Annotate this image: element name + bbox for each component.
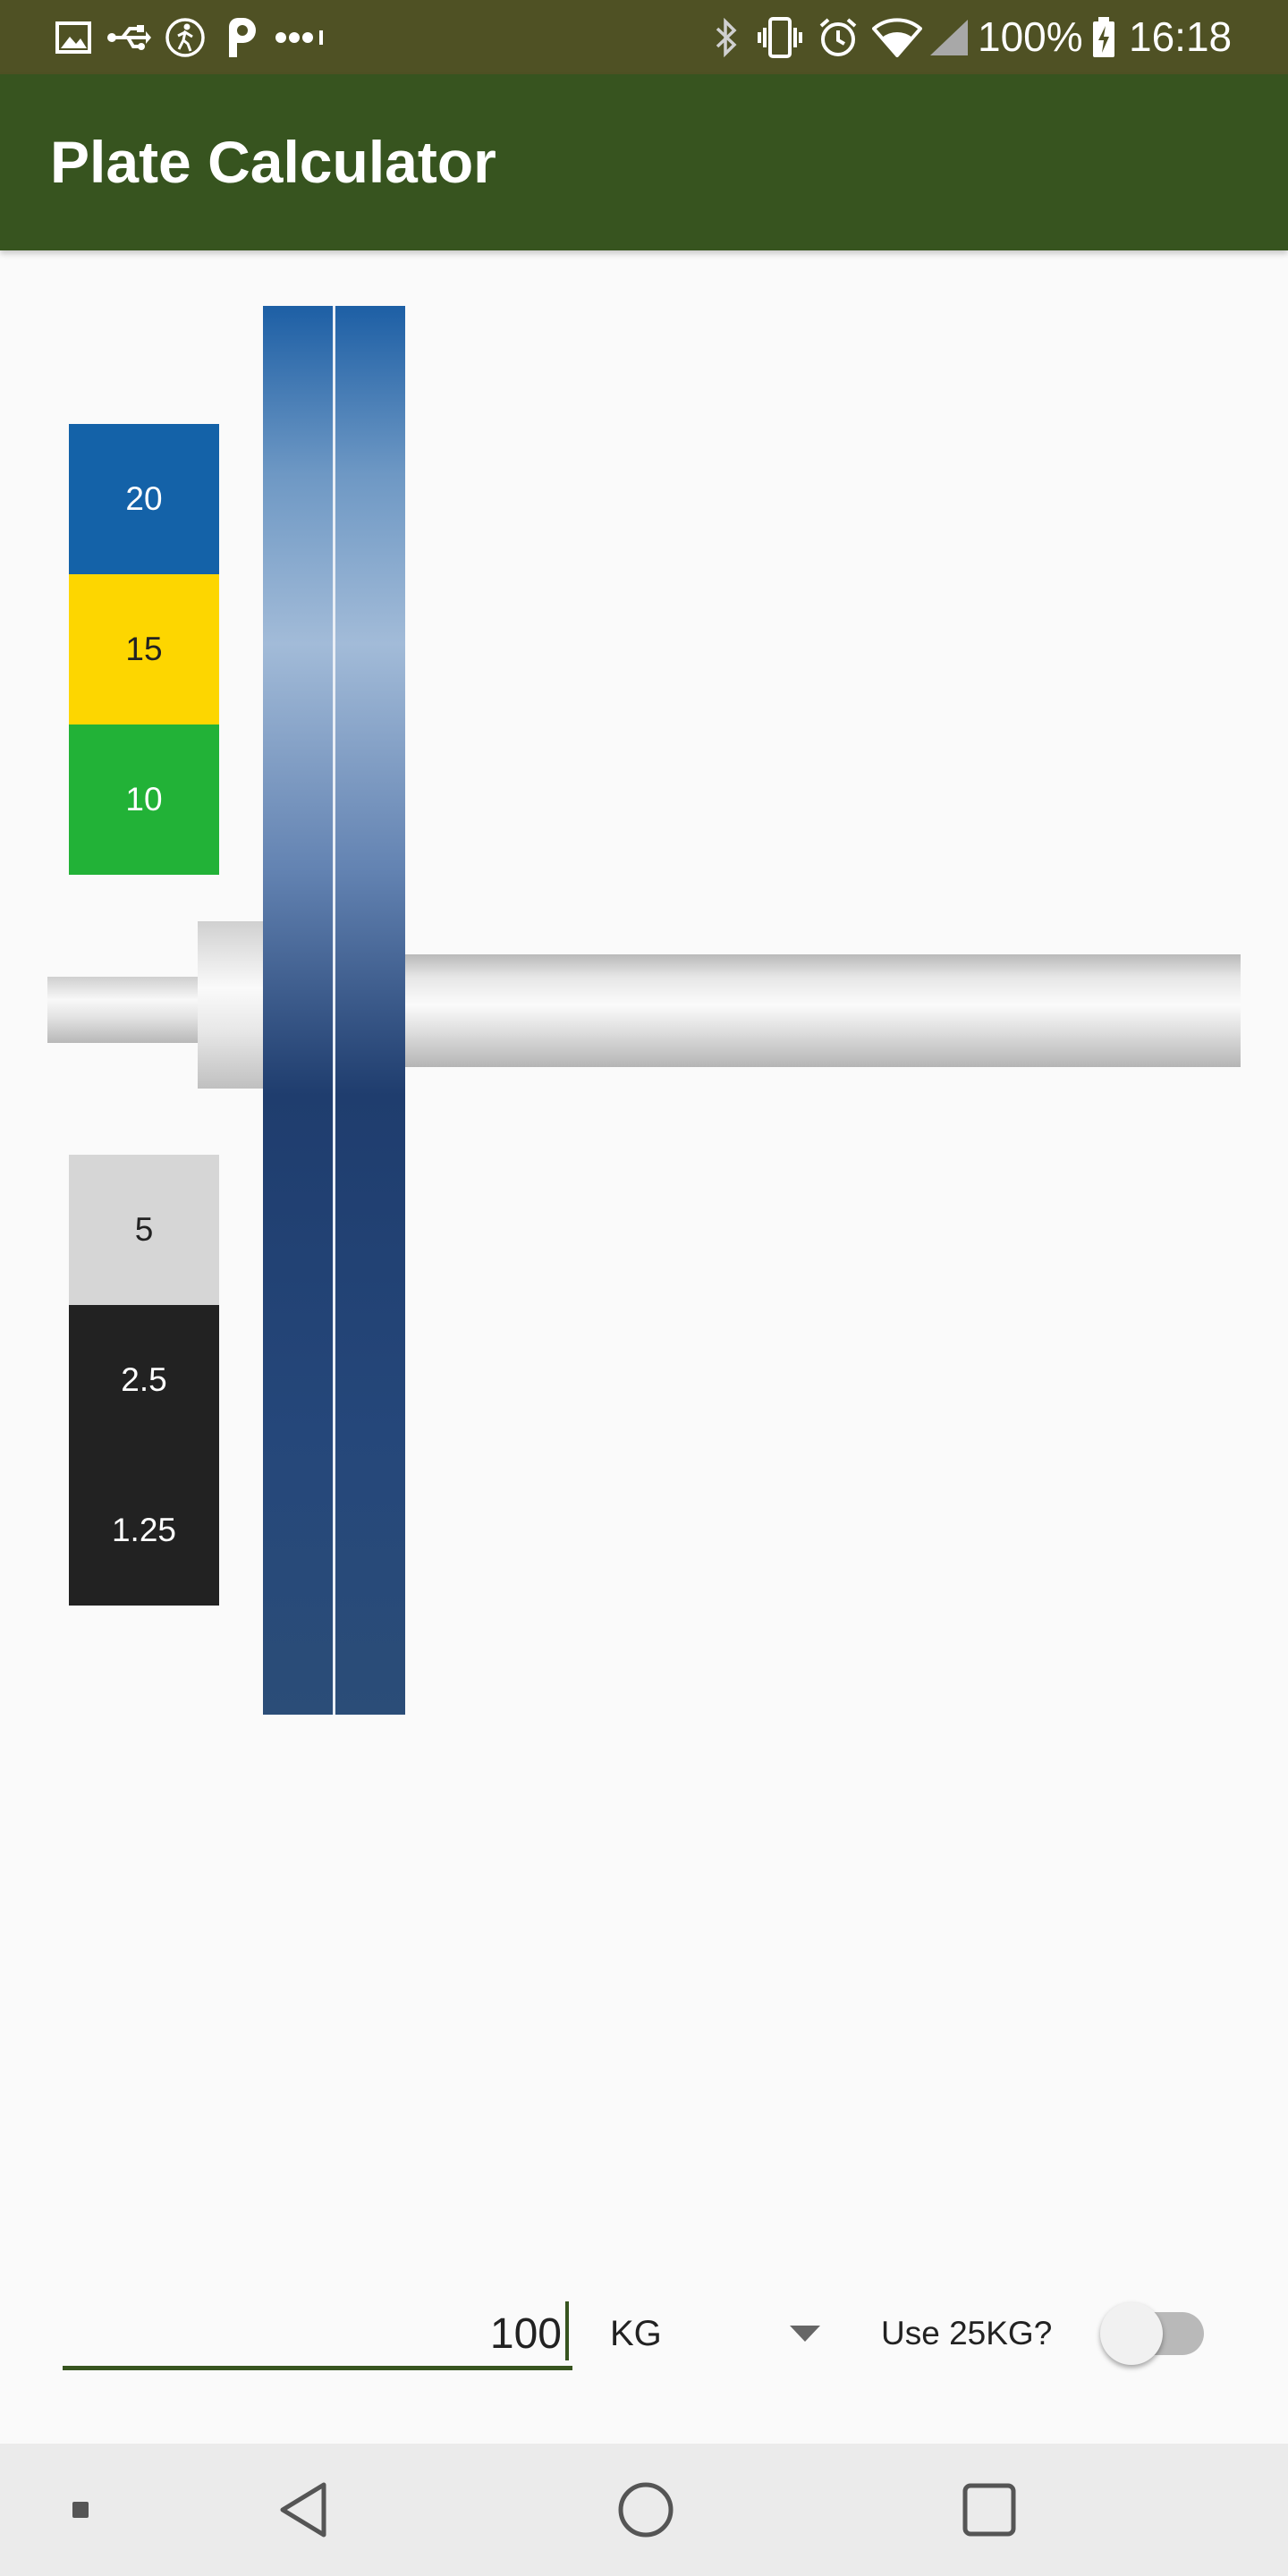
- loaded-plate-2: [335, 306, 405, 1715]
- barbell-collar: [198, 921, 264, 1089]
- legend-plate-5: 5: [69, 1155, 219, 1305]
- legend-plate-10: 10: [69, 724, 219, 875]
- use-25kg-toggle-thumb[interactable]: [1100, 2302, 1163, 2365]
- clock: 16:18: [1129, 13, 1233, 60]
- navigation-bar: [0, 2444, 1288, 2576]
- unit-select[interactable]: KG: [597, 2295, 832, 2372]
- battery-charging-icon: [1089, 0, 1118, 74]
- legend-plate-15: 15: [69, 574, 219, 724]
- home-icon[interactable]: [608, 2444, 683, 2576]
- more-dots-icon: [274, 0, 327, 74]
- app-bar: Plate Calculator: [0, 74, 1288, 250]
- activity-icon: [163, 0, 208, 74]
- legend-plate-20: 20: [69, 424, 219, 574]
- usb-icon: [106, 0, 152, 74]
- dropdown-arrow-icon: [790, 2326, 820, 2342]
- plate-divider: [333, 306, 335, 1715]
- weight-input-underline: [63, 2366, 572, 2370]
- vibrate-icon: [757, 0, 803, 74]
- weight-input[interactable]: [63, 2295, 571, 2372]
- back-icon[interactable]: [268, 2444, 340, 2576]
- battery-percent: 100%: [978, 13, 1083, 60]
- image-icon: [52, 0, 95, 74]
- barbell-shaft: [47, 977, 199, 1043]
- status-bar: 100% 16:18: [0, 0, 1288, 74]
- alarm-icon: [816, 0, 860, 74]
- parking-icon: [224, 0, 259, 74]
- wifi-icon: [871, 0, 923, 74]
- app-title: Plate Calculator: [50, 129, 496, 195]
- use-25kg-label: Use 25KG?: [881, 2315, 1053, 2351]
- text-caret: [565, 2301, 569, 2360]
- barbell-sleeve: [405, 954, 1241, 1067]
- legend-plate-2-5: 2.5: [69, 1305, 219, 1455]
- legend-plate-1-25: 1.25: [69, 1455, 219, 1606]
- loaded-plate-1: [263, 306, 333, 1715]
- bluetooth-icon: [710, 0, 742, 74]
- unit-select-value: KG: [610, 2314, 662, 2353]
- cell-signal-icon: [927, 0, 971, 74]
- square-small-icon[interactable]: [54, 2444, 107, 2576]
- recents-icon[interactable]: [952, 2444, 1027, 2576]
